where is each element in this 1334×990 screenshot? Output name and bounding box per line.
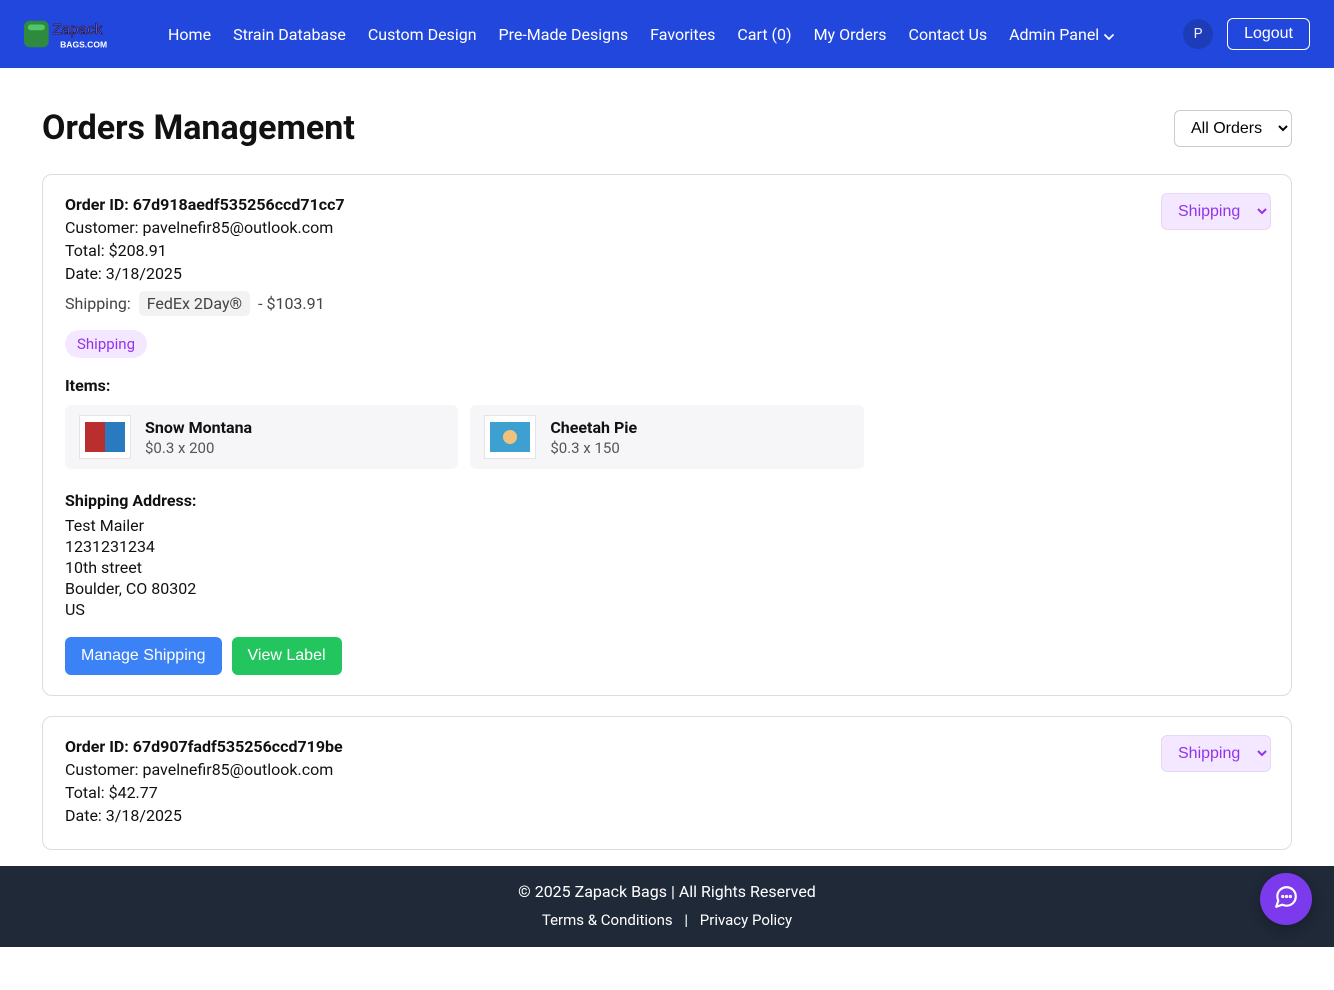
item-name: Snow Montana — [145, 418, 252, 437]
shipping-label: Shipping: — [65, 294, 131, 313]
nav-premade-designs[interactable]: Pre-Made Designs — [499, 25, 629, 44]
nav-contact-us[interactable]: Contact Us — [909, 25, 988, 44]
main-container: Orders Management All Orders Shipping Or… — [0, 68, 1334, 990]
order-status-select[interactable]: Shipping — [1161, 193, 1271, 230]
view-label-button[interactable]: View Label — [232, 637, 342, 675]
nav-admin-panel-label: Admin Panel — [1009, 25, 1099, 44]
total-value: $42.77 — [109, 783, 158, 802]
nav-favorites[interactable]: Favorites — [650, 25, 715, 44]
svg-text:Zapack: Zapack — [53, 21, 103, 38]
item-price: $0.3 x 150 — [550, 439, 637, 457]
order-id-row: Order ID: 67d907fadf535256ccd719be — [65, 737, 1269, 756]
order-total-row: Total: $42.77 — [65, 783, 1269, 802]
item-name: Cheetah Pie — [550, 418, 637, 437]
order-customer-row: Customer: pavelnefir85@outlook.com — [65, 760, 1269, 779]
logout-button[interactable]: Logout — [1227, 18, 1310, 50]
chevron-down-icon — [1103, 28, 1115, 40]
address-city-state-zip: Boulder, CO 80302 — [65, 579, 1269, 598]
order-card: Shipping Order ID: 67d918aedf535256ccd71… — [42, 174, 1292, 696]
nav-right: P Logout — [1183, 18, 1310, 50]
shipping-address: Test Mailer 1231231234 10th street Bould… — [65, 516, 1269, 619]
customer-value: pavelnefir85@outlook.com — [142, 760, 333, 779]
date-label: Date: — [65, 264, 102, 283]
order-item: Cheetah Pie $0.3 x 150 — [470, 405, 863, 469]
nav-my-orders[interactable]: My Orders — [814, 25, 887, 44]
order-customer-row: Customer: pavelnefir85@outlook.com — [65, 218, 1269, 237]
logo[interactable]: Zapack BAGS.COM — [24, 15, 138, 53]
date-value: 3/18/2025 — [106, 806, 182, 825]
order-total-row: Total: $208.91 — [65, 241, 1269, 260]
page-title: Orders Management — [42, 108, 355, 148]
footer-terms-link[interactable]: Terms & Conditions — [542, 911, 673, 929]
order-id-label: Order ID: — [65, 195, 129, 214]
orders-filter-select[interactable]: All Orders — [1174, 110, 1292, 147]
nav-cart[interactable]: Cart (0) — [737, 25, 791, 44]
item-thumbnail — [484, 415, 536, 459]
shipping-method-badge: FedEx 2Day® — [139, 291, 250, 316]
footer-copyright: © 2025 Zapack Bags | All Rights Reserved — [0, 882, 1334, 901]
address-name: Test Mailer — [65, 516, 1269, 535]
total-label: Total: — [65, 241, 105, 260]
navbar: Zapack BAGS.COM Home Strain Database Cus… — [0, 0, 1334, 68]
order-status-select[interactable]: Shipping — [1161, 735, 1271, 772]
manage-shipping-button[interactable]: Manage Shipping — [65, 637, 222, 675]
nav-links: Home Strain Database Custom Design Pre-M… — [168, 25, 1115, 44]
footer-separator: | — [684, 911, 688, 929]
page-header: Orders Management All Orders — [42, 108, 1292, 148]
address-phone: 1231231234 — [65, 537, 1269, 556]
nav-home[interactable]: Home — [168, 25, 211, 44]
status-badge: Shipping — [65, 330, 147, 358]
address-country: US — [65, 600, 1269, 619]
address-street: 10th street — [65, 558, 1269, 577]
chat-icon — [1273, 884, 1299, 914]
footer-privacy-link[interactable]: Privacy Policy — [700, 911, 792, 929]
total-value: $208.91 — [109, 241, 167, 260]
footer: © 2025 Zapack Bags | All Rights Reserved… — [0, 866, 1334, 947]
order-card: Shipping Order ID: 67d907fadf535256ccd71… — [42, 716, 1292, 850]
order-date-row: Date: 3/18/2025 — [65, 264, 1269, 283]
item-price: $0.3 x 200 — [145, 439, 252, 457]
nav-strain-database[interactable]: Strain Database — [233, 25, 346, 44]
order-item: Snow Montana $0.3 x 200 — [65, 405, 458, 469]
nav-custom-design[interactable]: Custom Design — [368, 25, 477, 44]
customer-value: pavelnefir85@outlook.com — [142, 218, 333, 237]
chat-button[interactable] — [1260, 873, 1312, 925]
customer-label: Customer: — [65, 760, 139, 779]
nav-admin-panel[interactable]: Admin Panel — [1009, 25, 1115, 44]
svg-text:BAGS.COM: BAGS.COM — [60, 39, 107, 49]
total-label: Total: — [65, 783, 105, 802]
items-grid: Snow Montana $0.3 x 200 Cheetah Pie $0.3… — [65, 405, 1269, 469]
order-id-value: 67d918aedf535256ccd71cc7 — [133, 195, 345, 214]
avatar[interactable]: P — [1183, 19, 1213, 49]
order-shipping-row: Shipping: FedEx 2Day® - $103.91 — [65, 291, 1269, 316]
shipping-address-heading: Shipping Address: — [65, 491, 1269, 510]
date-label: Date: — [65, 806, 102, 825]
order-date-row: Date: 3/18/2025 — [65, 806, 1269, 825]
date-value: 3/18/2025 — [106, 264, 182, 283]
order-id-value: 67d907fadf535256ccd719be — [133, 737, 343, 756]
items-heading: Items: — [65, 376, 1269, 395]
shipping-cost: - $103.91 — [258, 294, 325, 313]
order-id-label: Order ID: — [65, 737, 129, 756]
item-thumbnail — [79, 415, 131, 459]
customer-label: Customer: — [65, 218, 139, 237]
footer-links: Terms & Conditions | Privacy Policy — [0, 911, 1334, 929]
order-id-row: Order ID: 67d918aedf535256ccd71cc7 — [65, 195, 1269, 214]
card-actions: Manage Shipping View Label — [65, 637, 1269, 675]
